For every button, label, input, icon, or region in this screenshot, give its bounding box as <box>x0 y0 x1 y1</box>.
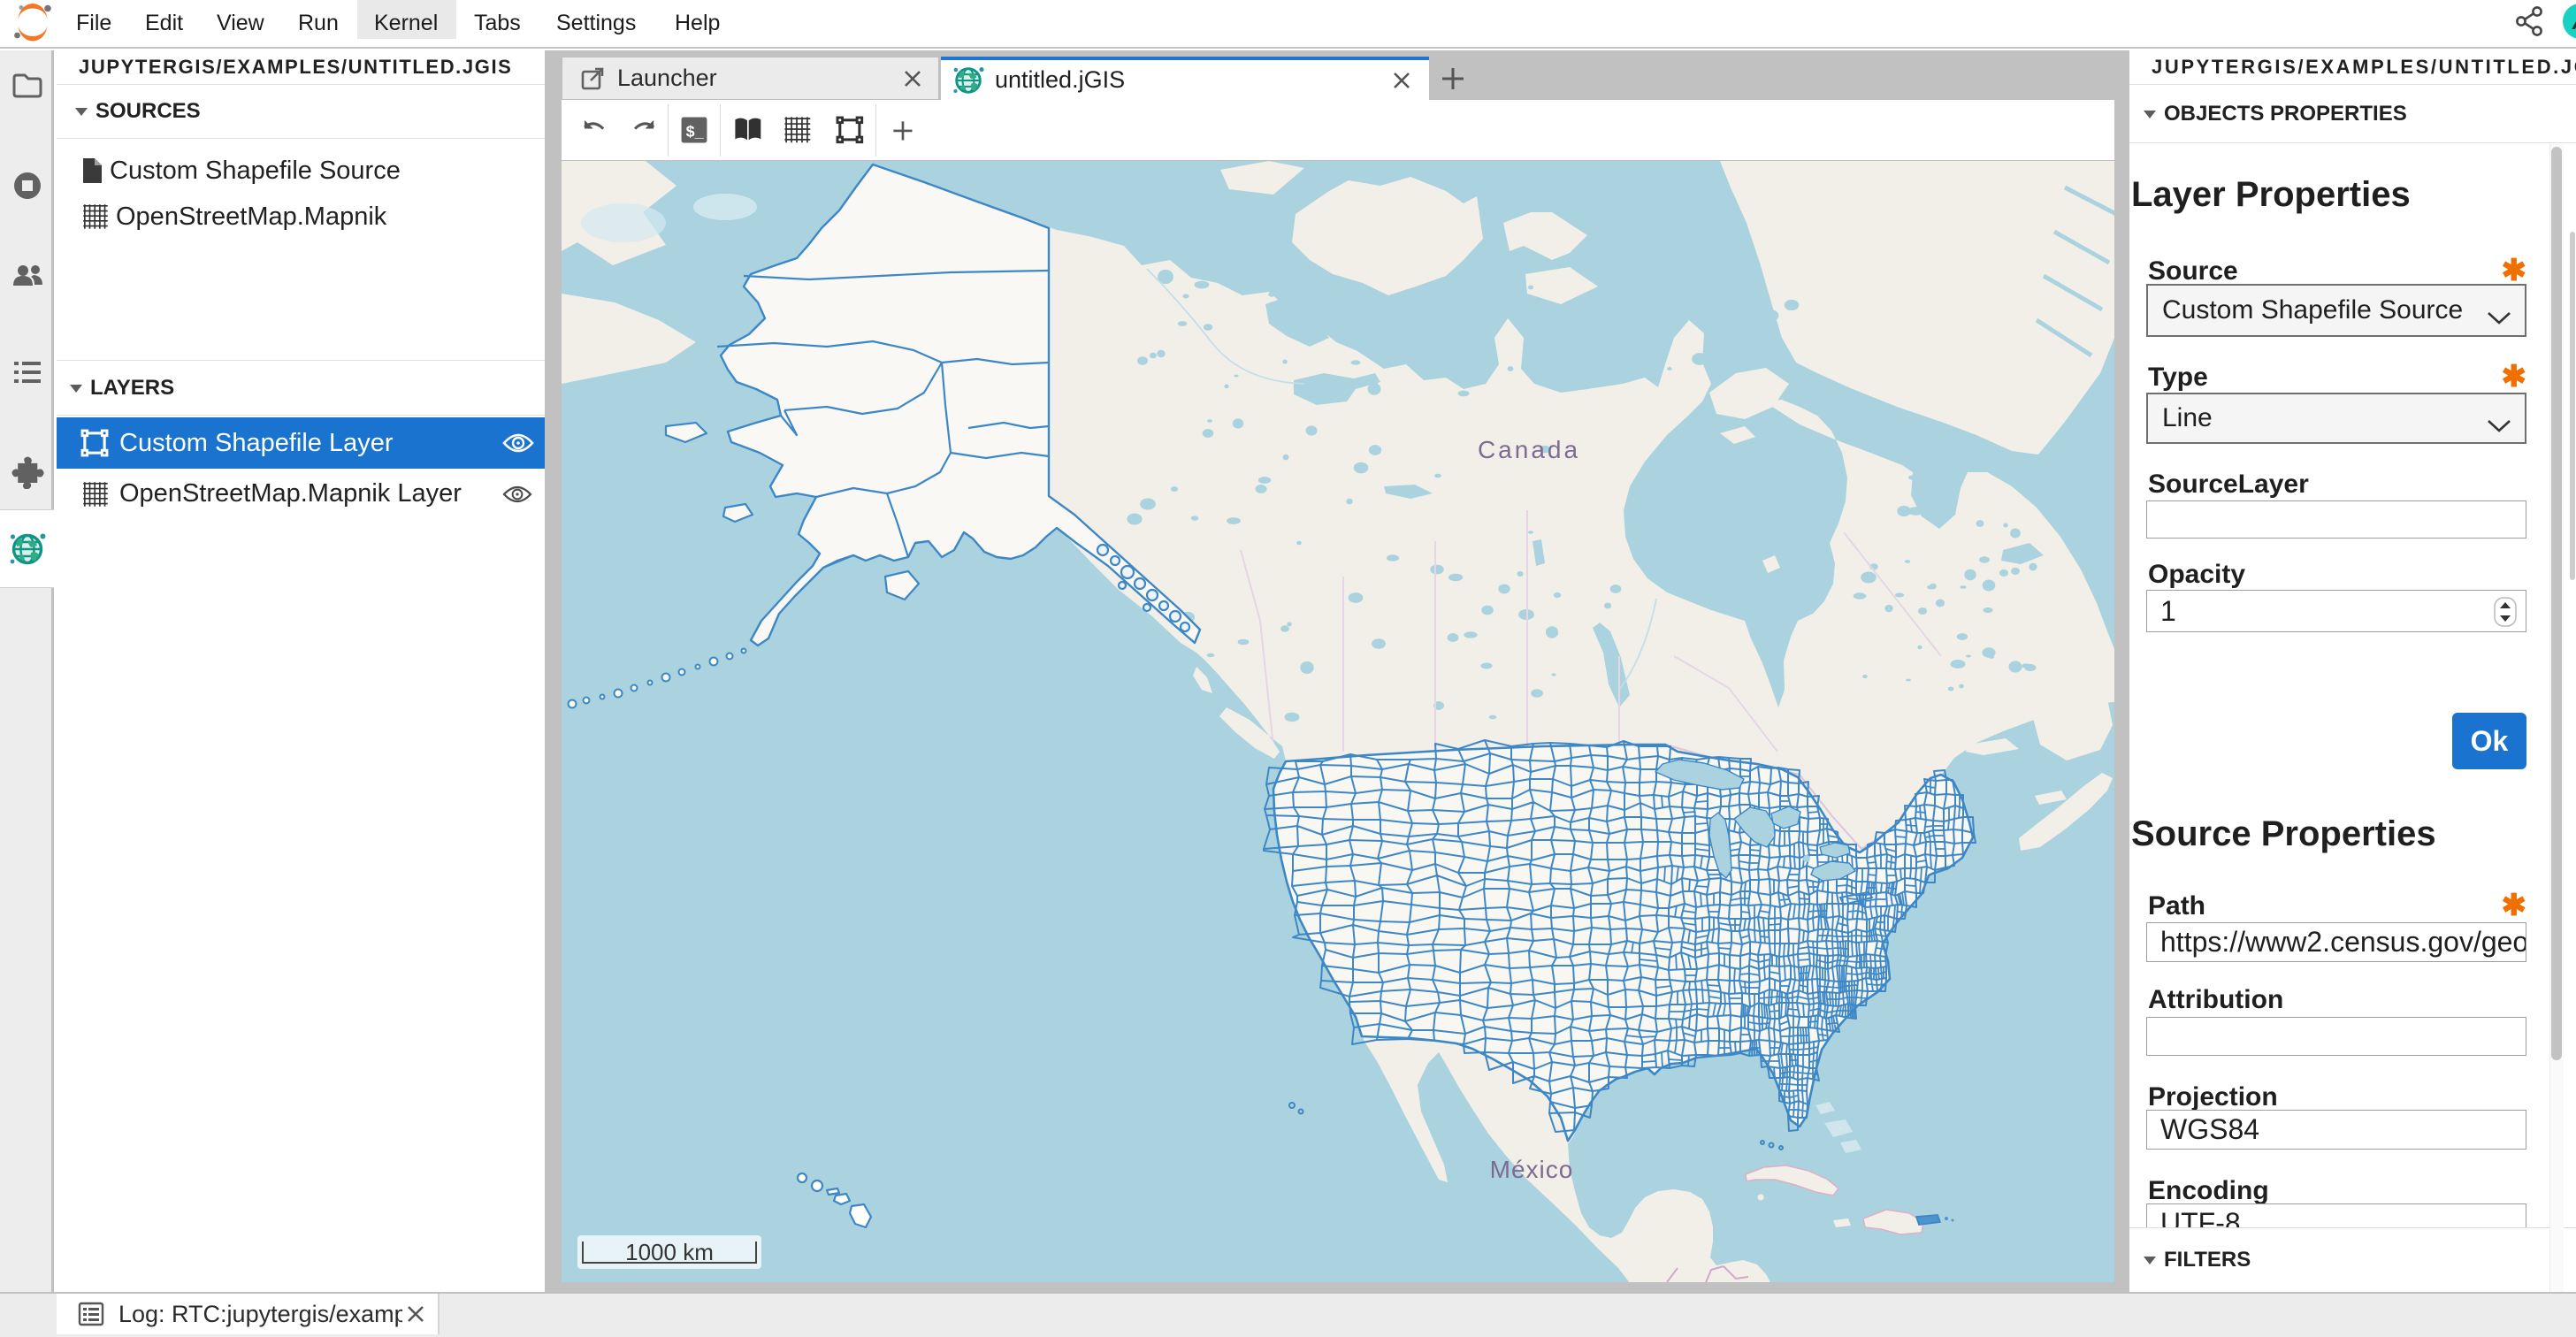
svg-text:México: México <box>1490 1156 1574 1183</box>
svg-text:1000 km: 1000 km <box>625 1239 714 1265</box>
svg-text:Canada: Canada <box>1478 436 1580 463</box>
svg-text:$_: $_ <box>686 123 705 141</box>
